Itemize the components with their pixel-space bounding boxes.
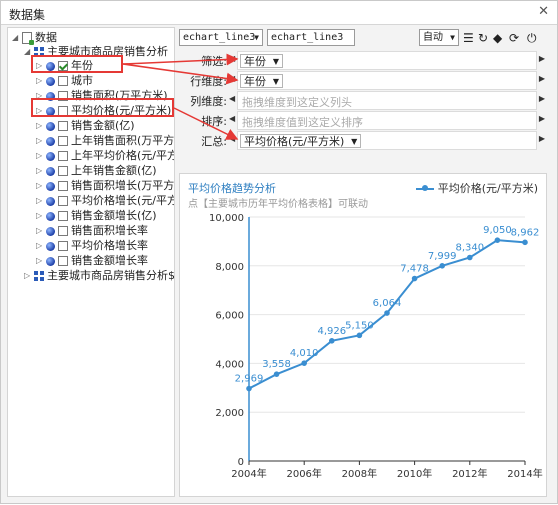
- y-tick-label: 4,000: [215, 359, 244, 370]
- data-point: [273, 371, 280, 377]
- x-tick-label: 2010年: [397, 467, 432, 480]
- data-point: [439, 263, 446, 269]
- data-point: [329, 338, 335, 344]
- arrow-to-filter: [122, 53, 239, 66]
- y-tick-label: 10,000: [209, 213, 244, 224]
- data-label: 3,558: [262, 359, 291, 370]
- x-tick-label: 2012年: [452, 467, 487, 480]
- x-tick-label: 2004年: [231, 467, 266, 480]
- y-tick-label: 6,000: [215, 311, 244, 322]
- arrow-to-aggregate: [173, 107, 239, 140]
- data-point: [384, 310, 390, 316]
- arrow-to-row-dim: [122, 63, 239, 85]
- data-point: [301, 360, 307, 366]
- data-point: [356, 332, 363, 339]
- data-label: 2,969: [235, 374, 264, 385]
- x-tick-label: 2008年: [342, 467, 377, 480]
- data-label: 7,478: [400, 264, 429, 275]
- data-label: 7,999: [428, 251, 457, 262]
- data-point: [522, 239, 528, 246]
- y-tick-label: 8,000: [215, 262, 244, 273]
- chart-panel: 平均价格趋势分析 点【主要城市历年平均价格表格】可联动 平均价格(元/平方米) …: [179, 173, 547, 497]
- data-label: 4,010: [290, 348, 319, 359]
- data-label: 8,962: [511, 227, 540, 238]
- y-tick-label: 2,000: [215, 408, 244, 419]
- x-tick-label: 2014年: [507, 467, 542, 480]
- data-point: [494, 237, 501, 243]
- dataset-window: 数据集 ✕ ◢ 数据 ◢ 主要城市商品房销售分析 ▷ 年份 ▷ 城市 ▷ 销售面积(万平方米)…: [0, 0, 558, 504]
- y-tick-label: 0: [238, 457, 244, 468]
- data-label: 9,050: [483, 225, 512, 236]
- data-point: [246, 385, 252, 392]
- data-label: 5,150: [345, 320, 374, 331]
- data-point: [411, 275, 418, 282]
- line-chart: 0 2,000 4,000 6,000 8,000 10,000 2004年 2006年 200…: [209, 213, 543, 480]
- data-label: 8,340: [455, 243, 484, 254]
- data-point: [467, 254, 473, 261]
- data-label: 6,064: [373, 298, 402, 309]
- x-tick-label: 2006年: [286, 467, 321, 480]
- data-label: 4,926: [317, 326, 346, 337]
